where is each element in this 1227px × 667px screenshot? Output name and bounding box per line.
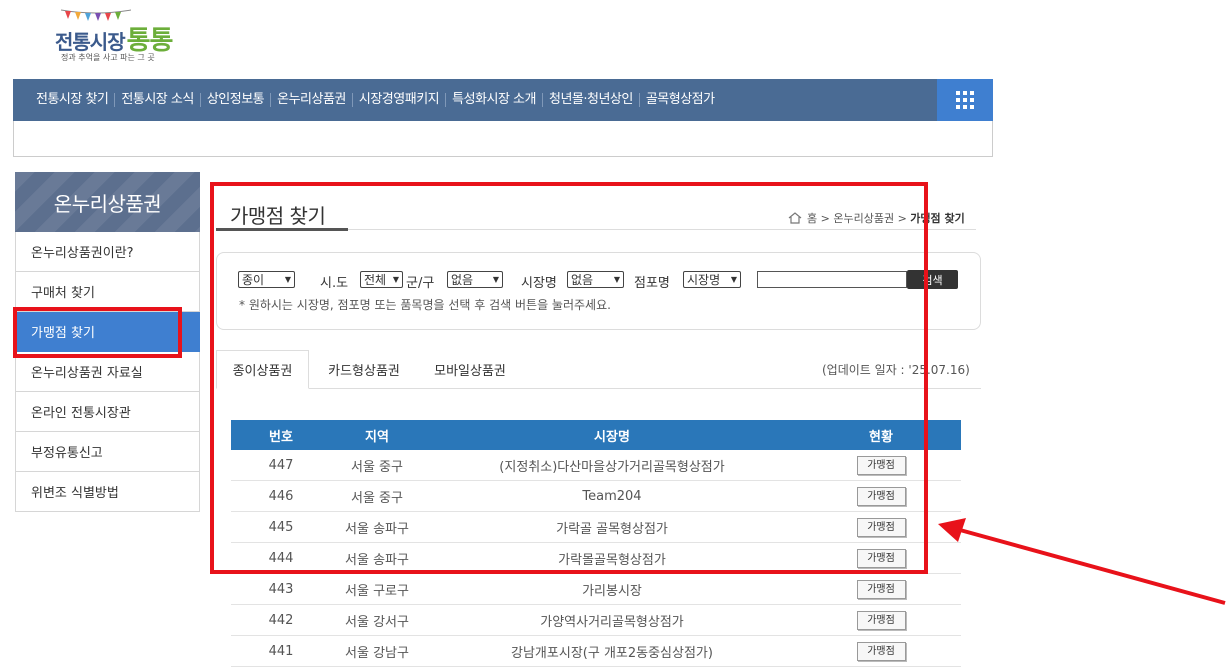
grid-menu-icon xyxy=(956,91,974,109)
store-list-button[interactable]: 가맹점 xyxy=(856,610,906,630)
gnb-item-youth-mall[interactable]: 청년몰·청년상인 xyxy=(541,93,639,107)
table-row: 443 서울 구로구 가리봉시장 가맹점 xyxy=(231,574,961,605)
table-row: 441 서울 강남구 강남개포시장(구 개포2동중심상점가) 가맹점 xyxy=(231,636,961,667)
gnb-item-special-market[interactable]: 특성화시장 소개 xyxy=(445,93,542,107)
row-market: 강남개포시장(구 개포2동중심상점가) xyxy=(511,645,713,661)
side-nav-item-fraud-report[interactable]: 부정유통신고 xyxy=(15,432,200,472)
side-nav-item-where-to-buy[interactable]: 구매처 찾기 xyxy=(15,272,200,312)
table-row: 442 서울 강서구 가양역사거리골목형상점가 가맹점 xyxy=(231,605,961,636)
side-nav-item-archive[interactable]: 온누리상품권 자료실 xyxy=(15,352,200,392)
global-nav-bar: 전통시장 찾기 전통시장 소식 상인정보통 온누리상품권 시장경영패키지 특성화… xyxy=(13,79,993,121)
side-nav-item-about[interactable]: 온누리상품권이란? xyxy=(15,232,200,272)
side-nav-item-online-market[interactable]: 온라인 전통시장관 xyxy=(15,392,200,432)
row-status: 가맹점 xyxy=(801,579,961,599)
row-status: 가맹점 xyxy=(801,641,961,661)
row-region: 서울 강남구 xyxy=(345,645,409,661)
site-logo[interactable]: 전통시장통통 정과 추억을 사고 파는 그 곳 xyxy=(55,8,185,66)
logo-tagline: 정과 추억을 사고 파는 그 곳 xyxy=(61,53,155,62)
row-number: 441 xyxy=(268,643,294,659)
store-list-button[interactable]: 가맹점 xyxy=(856,641,906,661)
logo-title-main: 전통시장 xyxy=(55,30,126,54)
gnb-item-merchant-info[interactable]: 상인정보통 xyxy=(199,93,270,107)
side-nav-title: 온누리상품권 xyxy=(15,172,200,232)
gnb-item-market-news[interactable]: 전통시장 소식 xyxy=(114,93,199,107)
row-market: 가리봉시장 xyxy=(582,583,642,599)
row-market: 가양역사거리골목형상점가 xyxy=(540,614,684,630)
highlight-box-menu xyxy=(13,307,182,358)
gnb-item-onnuri[interactable]: 온누리상품권 xyxy=(270,93,352,107)
gnb-item-alley-district[interactable]: 골목형상점가 xyxy=(638,93,721,107)
side-nav-item-counterfeit[interactable]: 위변조 식별방법 xyxy=(15,472,200,512)
global-nav-items: 전통시장 찾기 전통시장 소식 상인정보통 온누리상품권 시장경영패키지 특성화… xyxy=(33,79,721,121)
row-region: 서울 강서구 xyxy=(345,614,409,630)
row-region: 서울 구로구 xyxy=(345,583,409,599)
row-status: 가맹점 xyxy=(801,610,961,630)
sub-menu-bar xyxy=(13,121,993,157)
all-menu-button[interactable] xyxy=(937,79,993,121)
row-number: 443 xyxy=(268,581,294,597)
row-number: 442 xyxy=(268,612,294,628)
gnb-item-management-package[interactable]: 시장경영패키지 xyxy=(351,93,445,107)
gnb-item-market-search[interactable]: 전통시장 찾기 xyxy=(33,93,114,107)
store-list-button[interactable]: 가맹점 xyxy=(856,579,906,599)
highlight-box-content xyxy=(210,182,928,574)
